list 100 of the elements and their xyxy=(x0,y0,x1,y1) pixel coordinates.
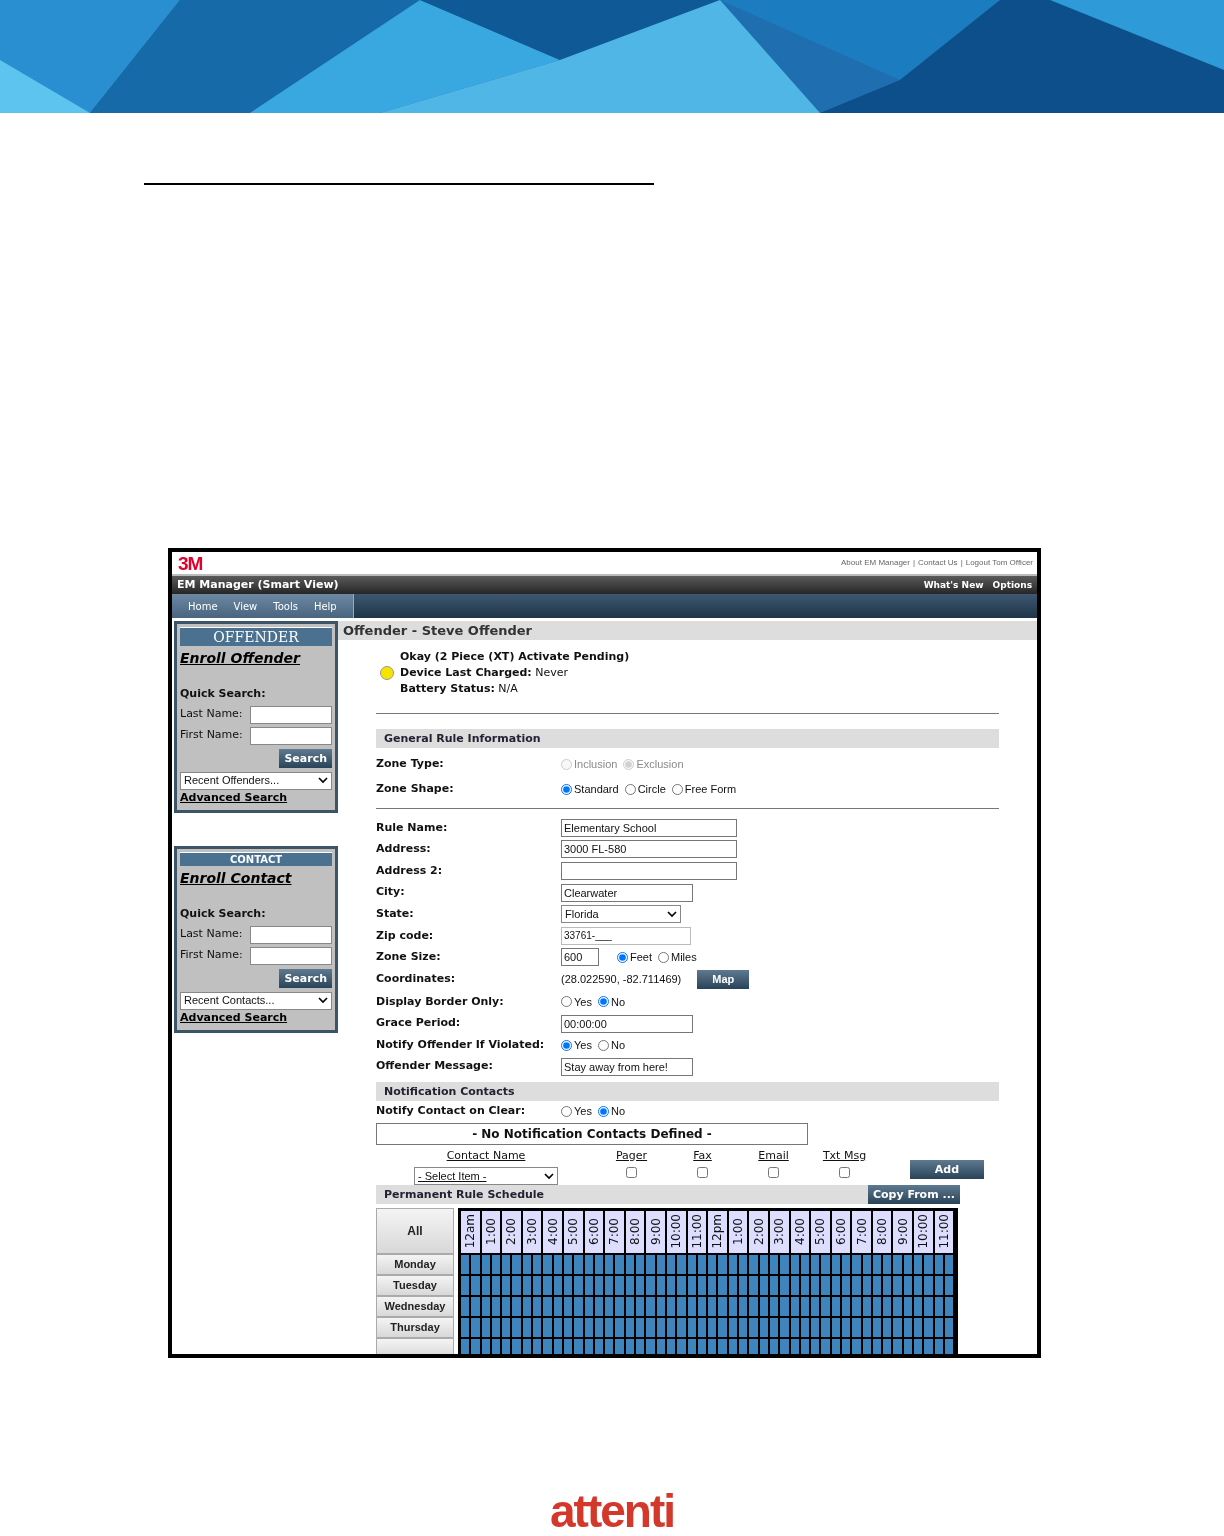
checkbox[interactable] xyxy=(626,1167,637,1179)
schedule-slot[interactable] xyxy=(842,1297,851,1316)
schedule-slot[interactable] xyxy=(666,1275,676,1295)
schedule-slot[interactable] xyxy=(533,1318,542,1338)
schedule-slot[interactable] xyxy=(625,1275,635,1295)
schedule-slot[interactable] xyxy=(605,1275,614,1295)
radio-button[interactable] xyxy=(624,784,636,795)
schedule-slot[interactable] xyxy=(666,1297,676,1316)
schedule-slot[interactable] xyxy=(481,1297,490,1316)
menu-item[interactable]: Tools xyxy=(265,598,306,614)
schedule-slot[interactable] xyxy=(646,1318,655,1338)
schedule-slot[interactable] xyxy=(749,1254,758,1274)
schedule-slot[interactable] xyxy=(605,1297,614,1316)
input-field[interactable]: 00:00:00 xyxy=(561,1014,693,1033)
schedule-slot[interactable] xyxy=(543,1318,552,1338)
schedule-slot[interactable] xyxy=(574,1275,583,1295)
enroll-link[interactable]: Enroll Offender xyxy=(180,648,300,669)
schedule-slot[interactable] xyxy=(605,1339,614,1354)
schedule-slot[interactable] xyxy=(687,1297,696,1316)
schedule-slot[interactable] xyxy=(543,1275,552,1295)
schedule-slot[interactable] xyxy=(656,1254,665,1274)
schedule-slot[interactable] xyxy=(533,1254,542,1274)
schedule-slot[interactable] xyxy=(491,1339,501,1354)
schedule-slot[interactable] xyxy=(811,1254,820,1274)
schedule-slot[interactable] xyxy=(790,1254,799,1274)
schedule-slot[interactable] xyxy=(728,1275,737,1295)
schedule-slot[interactable] xyxy=(461,1275,470,1295)
schedule-slot[interactable] xyxy=(780,1275,789,1295)
schedule-slot[interactable] xyxy=(924,1318,933,1338)
schedule-slot[interactable] xyxy=(800,1318,810,1338)
advanced-search-link[interactable]: Advanced Search xyxy=(180,1010,288,1024)
schedule-slot[interactable] xyxy=(903,1297,913,1316)
schedule-slot[interactable] xyxy=(800,1339,810,1354)
schedule-slot[interactable] xyxy=(842,1254,851,1274)
enroll-link[interactable]: Enroll Contact xyxy=(180,868,292,889)
schedule-slot[interactable] xyxy=(903,1339,913,1354)
recent-dropdown[interactable]: Recent Offenders... xyxy=(180,771,332,790)
schedule-slot[interactable] xyxy=(697,1297,707,1316)
schedule-slot[interactable] xyxy=(594,1318,604,1338)
schedule-slot[interactable] xyxy=(944,1318,954,1338)
schedule-slot[interactable] xyxy=(883,1297,892,1316)
radio-button[interactable] xyxy=(597,996,609,1008)
input-field[interactable]: 600 xyxy=(561,948,599,967)
schedule-slot[interactable] xyxy=(615,1254,624,1274)
schedule-slot[interactable] xyxy=(605,1318,614,1338)
schedule-slot[interactable] xyxy=(821,1275,830,1295)
schedule-slot[interactable] xyxy=(914,1297,923,1316)
schedule-slot[interactable] xyxy=(893,1254,902,1274)
schedule-slot[interactable] xyxy=(584,1339,593,1354)
schedule-slot[interactable] xyxy=(831,1275,840,1295)
schedule-slot[interactable] xyxy=(625,1318,635,1338)
schedule-slot[interactable] xyxy=(842,1275,851,1295)
schedule-slot[interactable] xyxy=(728,1254,737,1274)
schedule-slot[interactable] xyxy=(646,1254,655,1274)
schedule-slot[interactable] xyxy=(862,1275,871,1295)
schedule-slot[interactable] xyxy=(708,1275,717,1295)
input-field[interactable]: Elementary School xyxy=(561,818,737,837)
schedule-slot[interactable] xyxy=(769,1275,779,1295)
radio-button[interactable] xyxy=(561,1039,572,1051)
schedule-slot[interactable] xyxy=(697,1318,707,1338)
schedule-slot[interactable] xyxy=(759,1297,768,1316)
schedule-slot[interactable] xyxy=(636,1254,645,1274)
schedule-slot[interactable] xyxy=(800,1254,810,1274)
input-field[interactable] xyxy=(250,726,332,745)
schedule-slot[interactable] xyxy=(625,1339,635,1354)
schedule-slot[interactable] xyxy=(491,1318,501,1338)
schedule-slot[interactable] xyxy=(666,1318,676,1338)
schedule-slot[interactable] xyxy=(790,1275,799,1295)
schedule-slot[interactable] xyxy=(872,1254,882,1274)
radio-button[interactable] xyxy=(597,1105,609,1117)
schedule-slot[interactable] xyxy=(934,1318,943,1338)
schedule-slot[interactable] xyxy=(687,1339,696,1354)
schedule-slot[interactable] xyxy=(872,1275,882,1295)
schedule-slot[interactable] xyxy=(563,1254,573,1274)
radio-button[interactable] xyxy=(597,1039,609,1051)
schedule-slot[interactable] xyxy=(615,1318,624,1338)
schedule-slot[interactable] xyxy=(461,1254,470,1274)
schedule-slot[interactable] xyxy=(584,1275,593,1295)
schedule-slot[interactable] xyxy=(502,1254,511,1274)
schedule-slot[interactable] xyxy=(862,1318,871,1338)
schedule-slot[interactable] xyxy=(862,1297,871,1316)
schedule-slot[interactable] xyxy=(687,1254,696,1274)
schedule-slot[interactable] xyxy=(563,1339,573,1354)
schedule-slot[interactable] xyxy=(512,1318,521,1338)
menu-item[interactable]: View xyxy=(225,598,266,614)
schedule-slot[interactable] xyxy=(893,1318,902,1338)
schedule-slot[interactable] xyxy=(780,1254,789,1274)
schedule-slot[interactable] xyxy=(636,1297,645,1316)
schedule-slot[interactable] xyxy=(481,1339,490,1354)
schedule-slot[interactable] xyxy=(862,1339,871,1354)
schedule-slot[interactable] xyxy=(739,1275,748,1295)
schedule-slot[interactable] xyxy=(790,1339,799,1354)
schedule-slot[interactable] xyxy=(615,1275,624,1295)
schedule-slot[interactable] xyxy=(883,1318,892,1338)
input-field[interactable]: 3000 FL-580 xyxy=(561,840,737,859)
schedule-slot[interactable] xyxy=(481,1318,490,1338)
schedule-slot[interactable] xyxy=(563,1297,573,1316)
schedule-slot[interactable] xyxy=(903,1275,913,1295)
schedule-slot[interactable] xyxy=(759,1275,768,1295)
schedule-slot[interactable] xyxy=(862,1254,871,1274)
